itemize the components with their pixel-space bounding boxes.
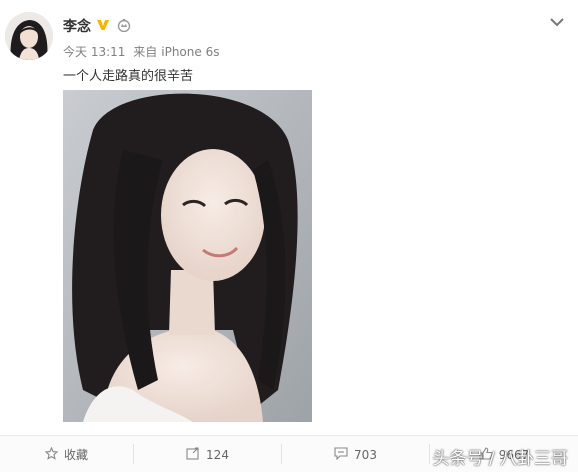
author-name[interactable]: 李念 (63, 16, 91, 36)
star-icon (44, 446, 59, 463)
verified-v-icon (96, 17, 110, 31)
favorite-label: 收藏 (63, 448, 88, 462)
weibo-post-card: 李念 今天 13:11 来自 iPhone 6s 一个人走路真的很辛苦 收藏 1… (0, 0, 578, 472)
post-time[interactable]: 今天 13:11 (63, 45, 125, 59)
post-photo[interactable] (63, 90, 312, 422)
favorite-button[interactable]: 收藏 (0, 436, 133, 472)
avatar[interactable] (5, 12, 53, 60)
repost-button[interactable]: 124 (134, 436, 281, 472)
post-text: 一个人走路真的很辛苦 (63, 69, 194, 84)
watermark: 头条号 / 八卦三哥 (432, 449, 568, 469)
repost-icon (186, 446, 200, 463)
source-device[interactable]: iPhone 6s (161, 45, 219, 59)
repost-count: 124 (206, 447, 229, 462)
comment-count: 703 (354, 447, 377, 462)
comment-button[interactable]: 703 (282, 436, 429, 472)
chevron-down-icon[interactable] (550, 12, 564, 27)
post-meta: 今天 13:11 来自 iPhone 6s (63, 43, 223, 60)
comment-icon (334, 446, 348, 463)
source-prefix: 来自 (133, 45, 158, 59)
member-crown-icon[interactable] (116, 17, 132, 33)
